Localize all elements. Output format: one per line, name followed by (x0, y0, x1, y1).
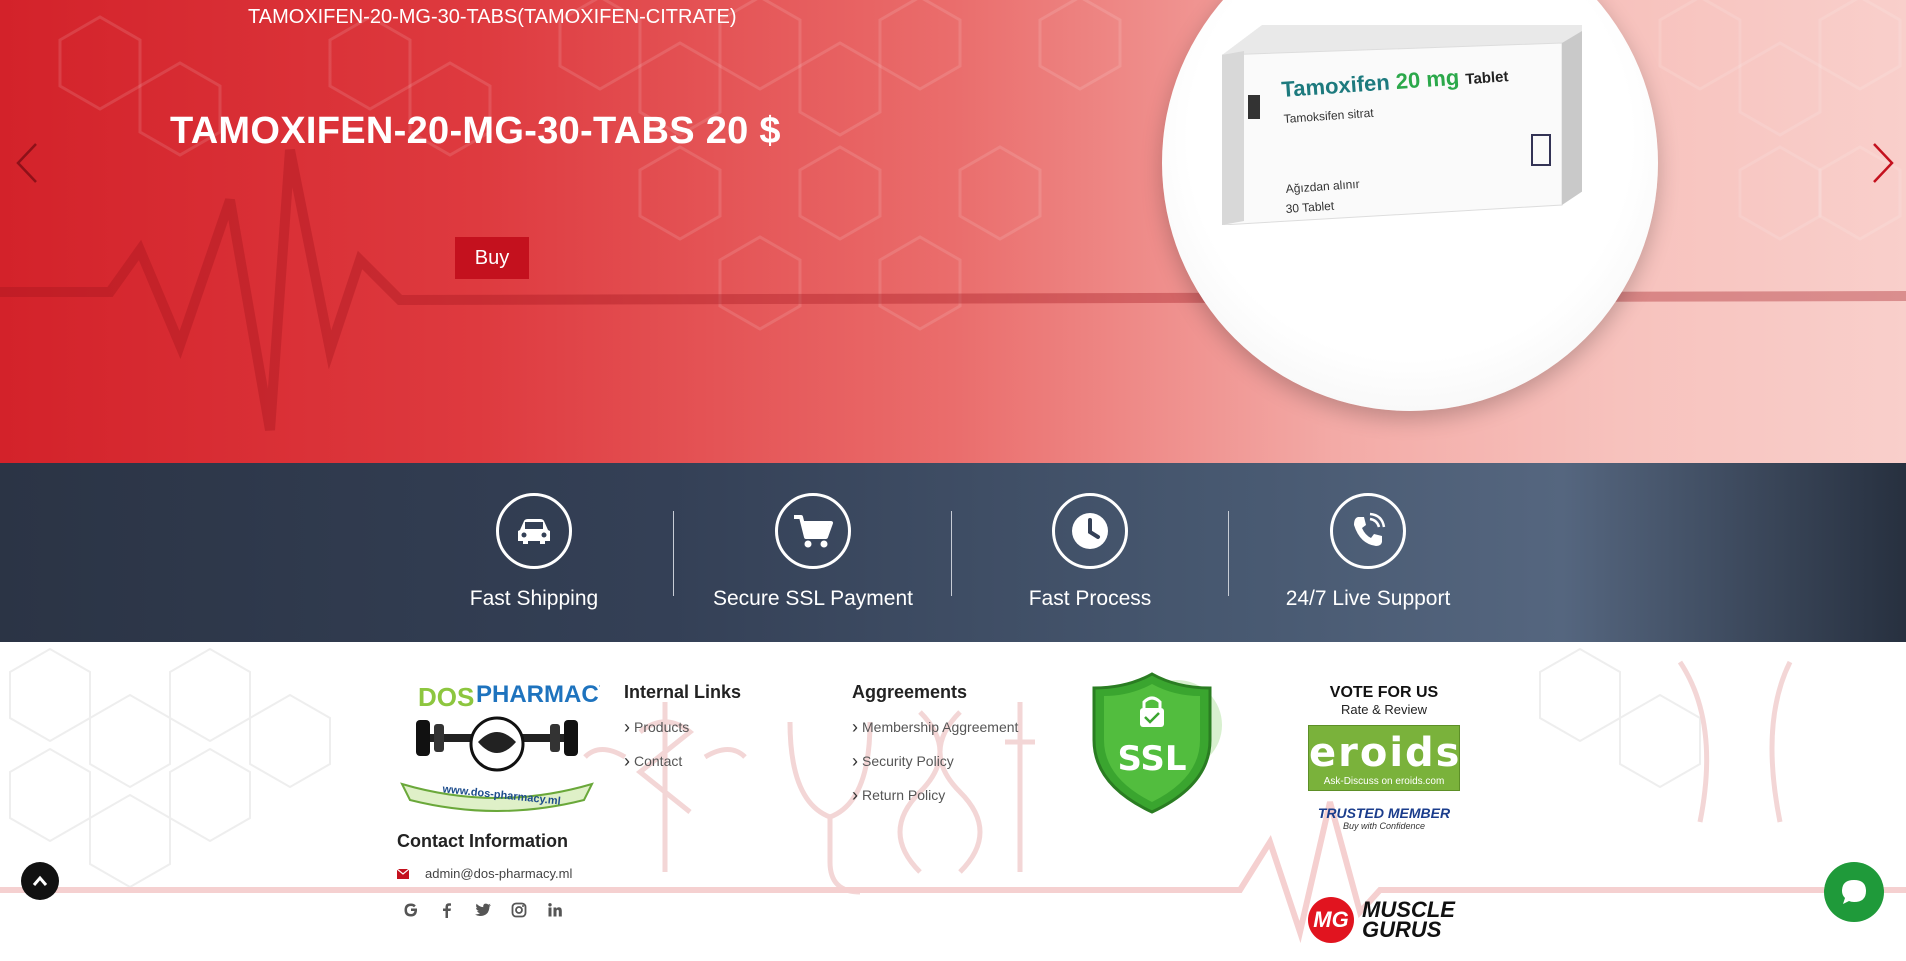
envelope-icon (397, 868, 409, 879)
feature-fast-process: Fast Process (960, 493, 1220, 611)
feature-divider (951, 511, 952, 596)
contact-email[interactable]: admin@dos-pharmacy.ml (425, 866, 572, 881)
footer-link-products[interactable]: Products (624, 716, 689, 737)
car-icon (518, 519, 550, 544)
ssl-shield-badge: SSL (1092, 672, 1222, 814)
muscle-gurus-line2: GURUS (1362, 917, 1442, 942)
feature-icon-circle (496, 493, 572, 569)
linkedin-icon[interactable] (545, 900, 565, 920)
footer-link-membership-agreement[interactable]: Membership Aggreement (852, 716, 1018, 737)
vote-title: VOTE FOR US (1329, 684, 1439, 701)
cart-icon (794, 515, 833, 548)
internal-links-title: Internal Links (624, 682, 742, 702)
contact-email-row[interactable]: admin@dos-pharmacy.ml (397, 866, 572, 881)
feature-label: Secure SSL Payment (713, 587, 913, 610)
feature-icon-circle (775, 493, 851, 569)
chevron-right-icon (1873, 143, 1894, 183)
vote-for-us-badge[interactable]: VOTE FOR US Rate & Review eroids Ask-Dis… (1298, 684, 1470, 831)
instagram-icon[interactable] (509, 900, 529, 920)
chevron-up-icon (32, 875, 48, 886)
feature-live-support: 24/7 Live Support (1238, 493, 1498, 611)
feature-icon-circle (1052, 493, 1128, 569)
feature-label: 24/7 Live Support (1285, 587, 1451, 610)
slider-next-button[interactable] (1862, 138, 1902, 188)
agreements-title: Aggreements (852, 682, 968, 702)
live-chat-button[interactable] (1824, 862, 1884, 922)
feature-label: Fast Shipping (469, 587, 599, 610)
eroids-tagline: Ask-Discuss on eroids.com (1323, 776, 1445, 787)
footer-link-security-policy[interactable]: Security Policy (852, 750, 954, 771)
eroids-wordmark: eroids (1309, 730, 1462, 776)
features-bar: Fast Shipping Secure SSL Payment Fast Pr… (0, 463, 1906, 642)
tamoxifen-box-image: Tamoxifen 20 mg Tablet Tamoksifen sitrat… (1222, 25, 1582, 225)
feature-fast-shipping: Fast Shipping (404, 493, 664, 611)
logo-pharmacy: PHARMACY (476, 681, 600, 708)
slider-prev-button[interactable] (8, 138, 48, 188)
feature-secure-ssl-payment: Secure SSL Payment (683, 493, 943, 611)
dos-pharmacy-logo: DOS PHARMACY www.dos-pharmacy.ml (400, 681, 600, 812)
hero-slider: TAMOXIFEN-20-MG-30-TABS(TAMOXIFEN-CITRAT… (0, 0, 1906, 463)
clock-icon (1072, 513, 1108, 549)
scroll-to-top-button[interactable] (21, 862, 59, 900)
trusted-member-label: TRUSTED MEMBER (1317, 805, 1451, 821)
google-icon[interactable] (401, 900, 421, 920)
logo-dos: DOS (418, 682, 474, 712)
chat-bubble-icon (1842, 880, 1866, 904)
box-form: Tablet (1465, 68, 1509, 88)
chevron-left-icon (16, 143, 37, 183)
box-dose: 20 mg (1395, 65, 1460, 94)
muscle-gurus-mark: MG (1308, 897, 1354, 943)
vote-subtitle: Rate & Review (1341, 702, 1427, 717)
social-links (401, 900, 565, 920)
hero-product-full-title: TAMOXIFEN-20-MG-30-TABS(TAMOXIFEN-CITRAT… (248, 6, 737, 28)
feature-divider (1228, 511, 1229, 596)
trusted-member-tagline: Buy with Confidence (1342, 821, 1426, 831)
hero-product-heading: TAMOXIFEN-20-MG-30-TABS 20 $ (170, 110, 781, 152)
feature-icon-circle (1330, 493, 1406, 569)
ssl-label: SSL (1117, 739, 1186, 779)
eroids-badge[interactable]: eroids Ask-Discuss on eroids.com (1308, 725, 1460, 791)
buy-button[interactable]: Buy (455, 237, 529, 279)
muscle-gurus-text: MUSCLE GURUS (1362, 899, 1455, 942)
feature-divider (673, 511, 674, 596)
footer-link-contact[interactable]: Contact (624, 750, 682, 771)
site-footer: DOS PHARMACY www.dos-pharmacy.ml Contact… (0, 642, 1906, 961)
contact-information-title: Contact Information (397, 831, 568, 851)
feature-label: Fast Process (1028, 587, 1152, 610)
phone-icon (1354, 512, 1386, 546)
facebook-icon[interactable] (437, 900, 457, 920)
muscle-gurus-logo[interactable]: MG MUSCLE GURUS (1308, 897, 1455, 943)
twitter-icon[interactable] (473, 900, 493, 920)
footer-link-return-policy[interactable]: Return Policy (852, 784, 945, 805)
